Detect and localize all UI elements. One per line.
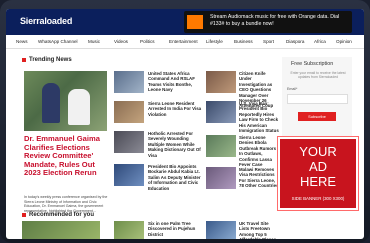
nav-item-sport[interactable]: Sport xyxy=(263,39,274,44)
browser-viewport: Sierraloaded Stream Audiomack music for … xyxy=(6,9,364,239)
article-thumbnail[interactable] xyxy=(206,71,236,93)
article-title[interactable]: U.S. Visa Ban: President Bio Reportedly … xyxy=(239,101,279,133)
article-thumbnail[interactable] xyxy=(206,167,236,189)
nav-item-entertainment[interactable]: Entertainment xyxy=(169,39,198,44)
nav-item-politics[interactable]: Politics xyxy=(140,39,155,44)
article-title[interactable]: Malawi Removes Visa Restrictions For Sie… xyxy=(239,167,279,189)
article-title[interactable]: Hotholic Arrested For Severely Wounding … xyxy=(148,131,202,158)
nav-item-lifestyle[interactable]: Lifestyle xyxy=(206,39,223,44)
subscription-description: Enter your email to receive the latest u… xyxy=(290,71,346,80)
article-thumbnail[interactable] xyxy=(114,131,144,153)
subscription-title: Free Subscription xyxy=(291,61,334,67)
site-logo[interactable]: Sierraloaded xyxy=(20,16,72,26)
site-header: Sierraloaded Stream Audiomack music for … xyxy=(6,9,364,35)
article-thumbnail[interactable] xyxy=(114,221,144,239)
section-marker-icon xyxy=(22,58,26,62)
hero-headline[interactable]: Dr. Emmanuel Gaima Clarifies Elections R… xyxy=(24,134,110,178)
orange-logo-icon xyxy=(187,15,203,29)
nav-item-africa[interactable]: Africa xyxy=(314,39,326,44)
ad-size-label: SIDE BANNER (300 X300) xyxy=(291,196,345,201)
article-title[interactable]: UK Travel Site Lists Freetown Among Top … xyxy=(239,221,279,239)
promo-banner[interactable]: Stream Audiomack music for free with Ora… xyxy=(184,11,352,33)
article-thumbnail[interactable] xyxy=(114,71,144,93)
article-thumbnail[interactable] xyxy=(206,135,236,157)
article-thumbnail[interactable] xyxy=(114,164,144,186)
nav-item-news[interactable]: News xyxy=(16,39,28,44)
ad-line: YOUR xyxy=(299,144,337,159)
ad-line: AD xyxy=(308,159,328,174)
hero-person-left xyxy=(42,83,60,123)
nav-item-business[interactable]: Business xyxy=(234,39,253,44)
trending-title: Trending News xyxy=(29,57,72,63)
article-thumbnail[interactable] xyxy=(206,221,236,239)
article-title[interactable]: Sierra Leone Resident Arrested In India … xyxy=(148,101,202,117)
article-title[interactable]: President Bio Appoints Bockarie Abdul Ka… xyxy=(148,164,202,191)
section-marker-icon xyxy=(22,213,26,217)
side-banner-ad[interactable]: YOUR AD HERE SIDE BANNER (300 X300) xyxy=(277,136,359,211)
hero-image[interactable] xyxy=(24,71,107,131)
promo-text: Stream Audiomack music for free with Ora… xyxy=(210,14,340,27)
recommended-title: Recommended for you xyxy=(29,212,95,218)
article-title[interactable]: Sierra Leone Denies Ebola Outbreak Rumor… xyxy=(239,135,279,167)
main-nav: News WhatsApp Channel Music Videos Polit… xyxy=(6,35,364,49)
email-label: Email* xyxy=(287,87,298,91)
article-thumbnail[interactable] xyxy=(206,101,236,123)
ad-line: HERE xyxy=(299,174,337,189)
email-field[interactable] xyxy=(287,94,348,104)
nav-item-music[interactable]: Music xyxy=(88,39,100,44)
nav-item-diaspora[interactable]: Diaspora xyxy=(286,39,304,44)
nav-item-whatsapp[interactable]: WhatsApp Channel xyxy=(38,39,78,44)
article-thumbnail[interactable] xyxy=(114,101,144,123)
nav-item-videos[interactable]: Videos xyxy=(114,39,128,44)
recommended-image[interactable] xyxy=(22,221,100,239)
article-title[interactable]: United States Africa Command And RSLAF T… xyxy=(148,71,202,93)
article-title[interactable]: Six in one Palm Tree Discovered in Pujeh… xyxy=(148,221,202,237)
hero-excerpt: In today's weekly press conference organ… xyxy=(24,195,108,213)
subscribe-button[interactable]: Subscribe xyxy=(298,112,336,121)
hero-person-right xyxy=(68,89,90,125)
nav-item-opinion[interactable]: Opinion xyxy=(336,39,352,44)
